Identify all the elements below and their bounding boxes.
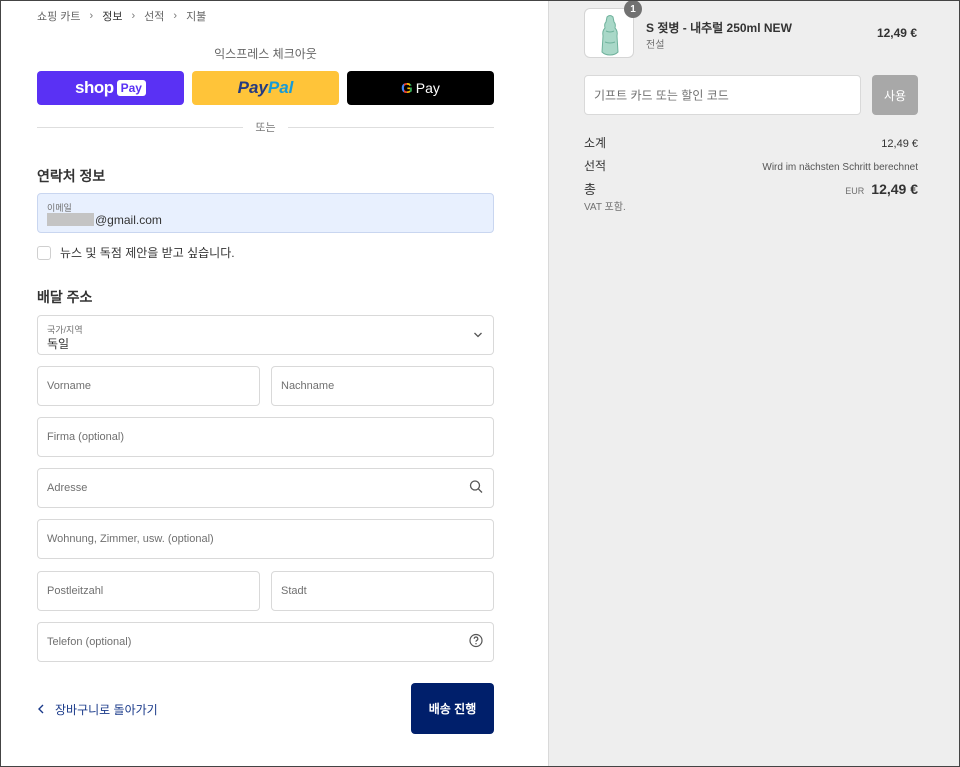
search-icon[interactable] bbox=[469, 480, 483, 497]
apartment-placeholder: Wohnung, Zimmer, usw. (optional) bbox=[47, 533, 214, 545]
google-pay-button[interactable]: G Pay bbox=[347, 71, 494, 105]
breadcrumb-shipping: 선적 bbox=[144, 11, 165, 23]
checkout-main: 쇼핑 카트 › 정보 › 선적 › 지불 익스프레스 체크아웃 shop Pay… bbox=[0, 0, 548, 767]
country-select[interactable]: 국가/지역 독일 bbox=[37, 315, 494, 355]
city-input[interactable]: Stadt bbox=[271, 571, 494, 611]
phone-input[interactable]: Telefon (optional) bbox=[37, 622, 494, 662]
country-value: 독일 bbox=[47, 337, 70, 351]
apartment-input[interactable]: Wohnung, Zimmer, usw. (optional) bbox=[37, 519, 494, 559]
chevron-right-icon: › bbox=[131, 10, 136, 22]
paypal-logo-b: Pal bbox=[267, 78, 294, 97]
postal-code-input[interactable]: Postleitzahl bbox=[37, 571, 260, 611]
phone-placeholder: Telefon (optional) bbox=[47, 636, 132, 648]
breadcrumb-payment: 지불 bbox=[186, 11, 207, 23]
total-label: 총 bbox=[584, 182, 596, 197]
divider-line bbox=[37, 126, 244, 128]
chevron-right-icon: › bbox=[173, 10, 178, 22]
discount-code-placeholder: 기프트 카드 또는 할인 코드 bbox=[594, 88, 729, 103]
email-domain: @gmail.com bbox=[95, 213, 162, 227]
continue-to-shipping-button[interactable]: 배송 진행 bbox=[411, 683, 494, 734]
back-to-cart-link[interactable]: 장바구니로 돌아가기 bbox=[37, 701, 158, 718]
shipping-value: Wird im nächsten Schritt berechnet bbox=[762, 162, 918, 173]
subtotal-value: 12,49 € bbox=[881, 138, 918, 150]
paypal-button[interactable]: Pay Pal bbox=[192, 71, 339, 105]
contact-title: 연락처 정보 bbox=[37, 168, 106, 184]
shop-pay-button[interactable]: shop Pay bbox=[37, 71, 184, 105]
last-name-input[interactable]: Nachname bbox=[271, 366, 494, 406]
product-variant: 전설 bbox=[646, 40, 665, 51]
currency-code: EUR bbox=[845, 186, 865, 196]
first-name-input[interactable]: Vorname bbox=[37, 366, 260, 406]
or-divider: 또는 bbox=[37, 119, 494, 135]
back-to-cart-label: 장바구니로 돌아가기 bbox=[55, 703, 158, 717]
vat-note: VAT 포함. bbox=[584, 202, 626, 213]
redacted-block bbox=[47, 213, 94, 226]
shop-pay-badge: Pay bbox=[116, 80, 146, 96]
newsletter-label: 뉴스 및 독점 제안을 받고 싶습니다. bbox=[60, 246, 235, 260]
subtotal-row: 소계 12,49 € bbox=[584, 134, 918, 151]
shipping-row: 선적 Wird im nächsten Schritt berechnet bbox=[584, 157, 918, 174]
delivery-title: 배달 주소 bbox=[37, 289, 93, 305]
first-name-placeholder: Vorname bbox=[47, 380, 92, 392]
address-placeholder: Adresse bbox=[47, 482, 88, 494]
google-pay-text: Pay bbox=[415, 80, 440, 96]
newsletter-option: 뉴스 및 독점 제안을 받고 싶습니다. bbox=[37, 244, 235, 261]
newsletter-checkbox[interactable] bbox=[37, 245, 51, 260]
address-input[interactable]: Adresse bbox=[37, 468, 494, 508]
paypal-logo-a: Pay bbox=[237, 78, 268, 97]
shop-pay-logo-text: shop bbox=[75, 78, 114, 97]
company-placeholder: Firma (optional) bbox=[47, 431, 125, 443]
email-field[interactable]: 이메일 @gmail.com bbox=[37, 193, 494, 233]
chevron-right-icon: › bbox=[89, 10, 94, 22]
product-thumbnail: 1 bbox=[584, 0, 642, 58]
total-amount: EUR 12,49 € bbox=[845, 181, 918, 197]
discount-code-input[interactable]: 기프트 카드 또는 할인 코드 bbox=[584, 75, 861, 115]
apply-discount-button[interactable]: 사용 bbox=[872, 75, 918, 115]
chevron-down-icon bbox=[473, 328, 483, 343]
company-input[interactable]: Firma (optional) bbox=[37, 417, 494, 457]
shipping-label: 선적 bbox=[584, 159, 607, 173]
postal-code-placeholder: Postleitzahl bbox=[47, 585, 104, 597]
total-row: 총 EUR 12,49 € bbox=[584, 179, 918, 198]
last-name-placeholder: Nachname bbox=[281, 380, 335, 392]
quantity-badge: 1 bbox=[624, 0, 642, 18]
google-g-icon: G bbox=[401, 79, 413, 97]
or-text: 또는 bbox=[255, 122, 276, 134]
product-price: 12,49 € bbox=[876, 26, 917, 40]
breadcrumb: 쇼핑 카트 › 정보 › 선적 › 지불 bbox=[37, 8, 206, 24]
breadcrumb-info: 정보 bbox=[102, 11, 123, 23]
product-name: S 젖병 - 내추럴 250ml NEW bbox=[646, 21, 792, 35]
express-checkout-title: 익스프레스 체크아웃 bbox=[214, 47, 317, 61]
express-pay-buttons: shop Pay Pay Pal G Pay bbox=[37, 71, 494, 105]
question-circle-icon[interactable] bbox=[469, 633, 483, 651]
email-value: @gmail.com bbox=[47, 213, 162, 227]
breadcrumb-cart[interactable]: 쇼핑 카트 bbox=[37, 8, 81, 24]
subtotal-label: 소계 bbox=[584, 136, 607, 150]
order-summary: 1 S 젖병 - 내추럴 250ml NEW 전설 12,49 € 기프트 카드… bbox=[548, 0, 960, 767]
divider-line bbox=[287, 126, 494, 128]
chevron-left-icon bbox=[37, 703, 45, 717]
total-value: 12,49 € bbox=[871, 181, 918, 197]
city-placeholder: Stadt bbox=[281, 585, 307, 597]
